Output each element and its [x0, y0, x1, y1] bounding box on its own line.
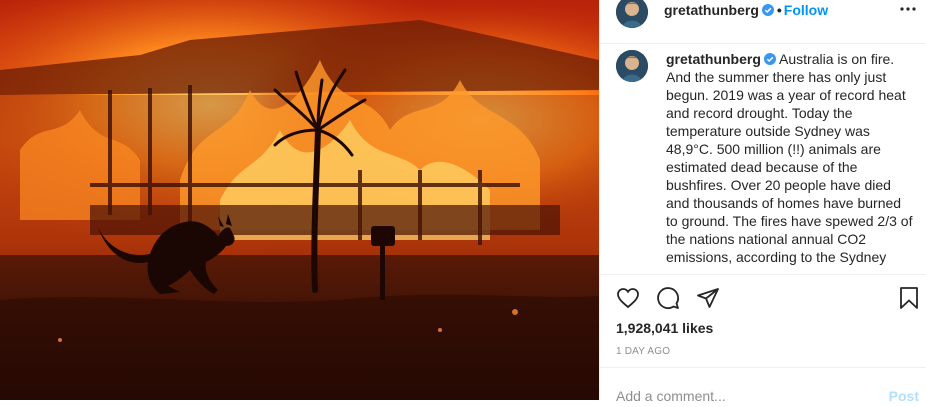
- wildfire-kangaroo-photo: [0, 0, 599, 400]
- header-user-line: gretathunberg • Follow: [664, 2, 828, 18]
- comment-icon[interactable]: [656, 286, 680, 310]
- username-link[interactable]: gretathunberg: [664, 2, 759, 18]
- post-header: gretathunberg • Follow: [600, 0, 926, 44]
- post-image[interactable]: [0, 0, 599, 400]
- caption-username[interactable]: gretathunberg: [666, 51, 761, 67]
- more-options-icon[interactable]: [899, 4, 917, 14]
- caption-text: Australia is on fire. And the summer the…: [666, 51, 913, 265]
- verified-badge-icon: [761, 4, 774, 16]
- post-comment-button[interactable]: Post: [889, 388, 919, 404]
- caption-avatar[interactable]: [616, 50, 648, 82]
- comment-input[interactable]: [616, 386, 866, 406]
- like-count[interactable]: 1,928,041 likes: [616, 320, 713, 336]
- comments-section[interactable]: gretathunberg Australia is on fire. And …: [600, 44, 926, 275]
- share-icon[interactable]: [696, 286, 720, 310]
- action-bar: [600, 280, 926, 320]
- add-comment-bar: Post: [600, 367, 926, 407]
- post-caption: gretathunberg Australia is on fire. And …: [666, 50, 916, 266]
- verified-badge-icon: [763, 53, 776, 65]
- avatar[interactable]: [616, 0, 648, 28]
- separator-dot: •: [776, 2, 782, 18]
- post-timestamp[interactable]: 1 DAY AGO: [616, 346, 670, 357]
- avatar-photo: [616, 0, 648, 28]
- heart-icon[interactable]: [616, 286, 640, 310]
- follow-button[interactable]: Follow: [784, 2, 828, 18]
- post-details-panel: gretathunberg • Follow gretathunberg Austr…: [599, 0, 926, 406]
- avatar-photo: [616, 50, 648, 82]
- bookmark-icon[interactable]: [897, 286, 921, 310]
